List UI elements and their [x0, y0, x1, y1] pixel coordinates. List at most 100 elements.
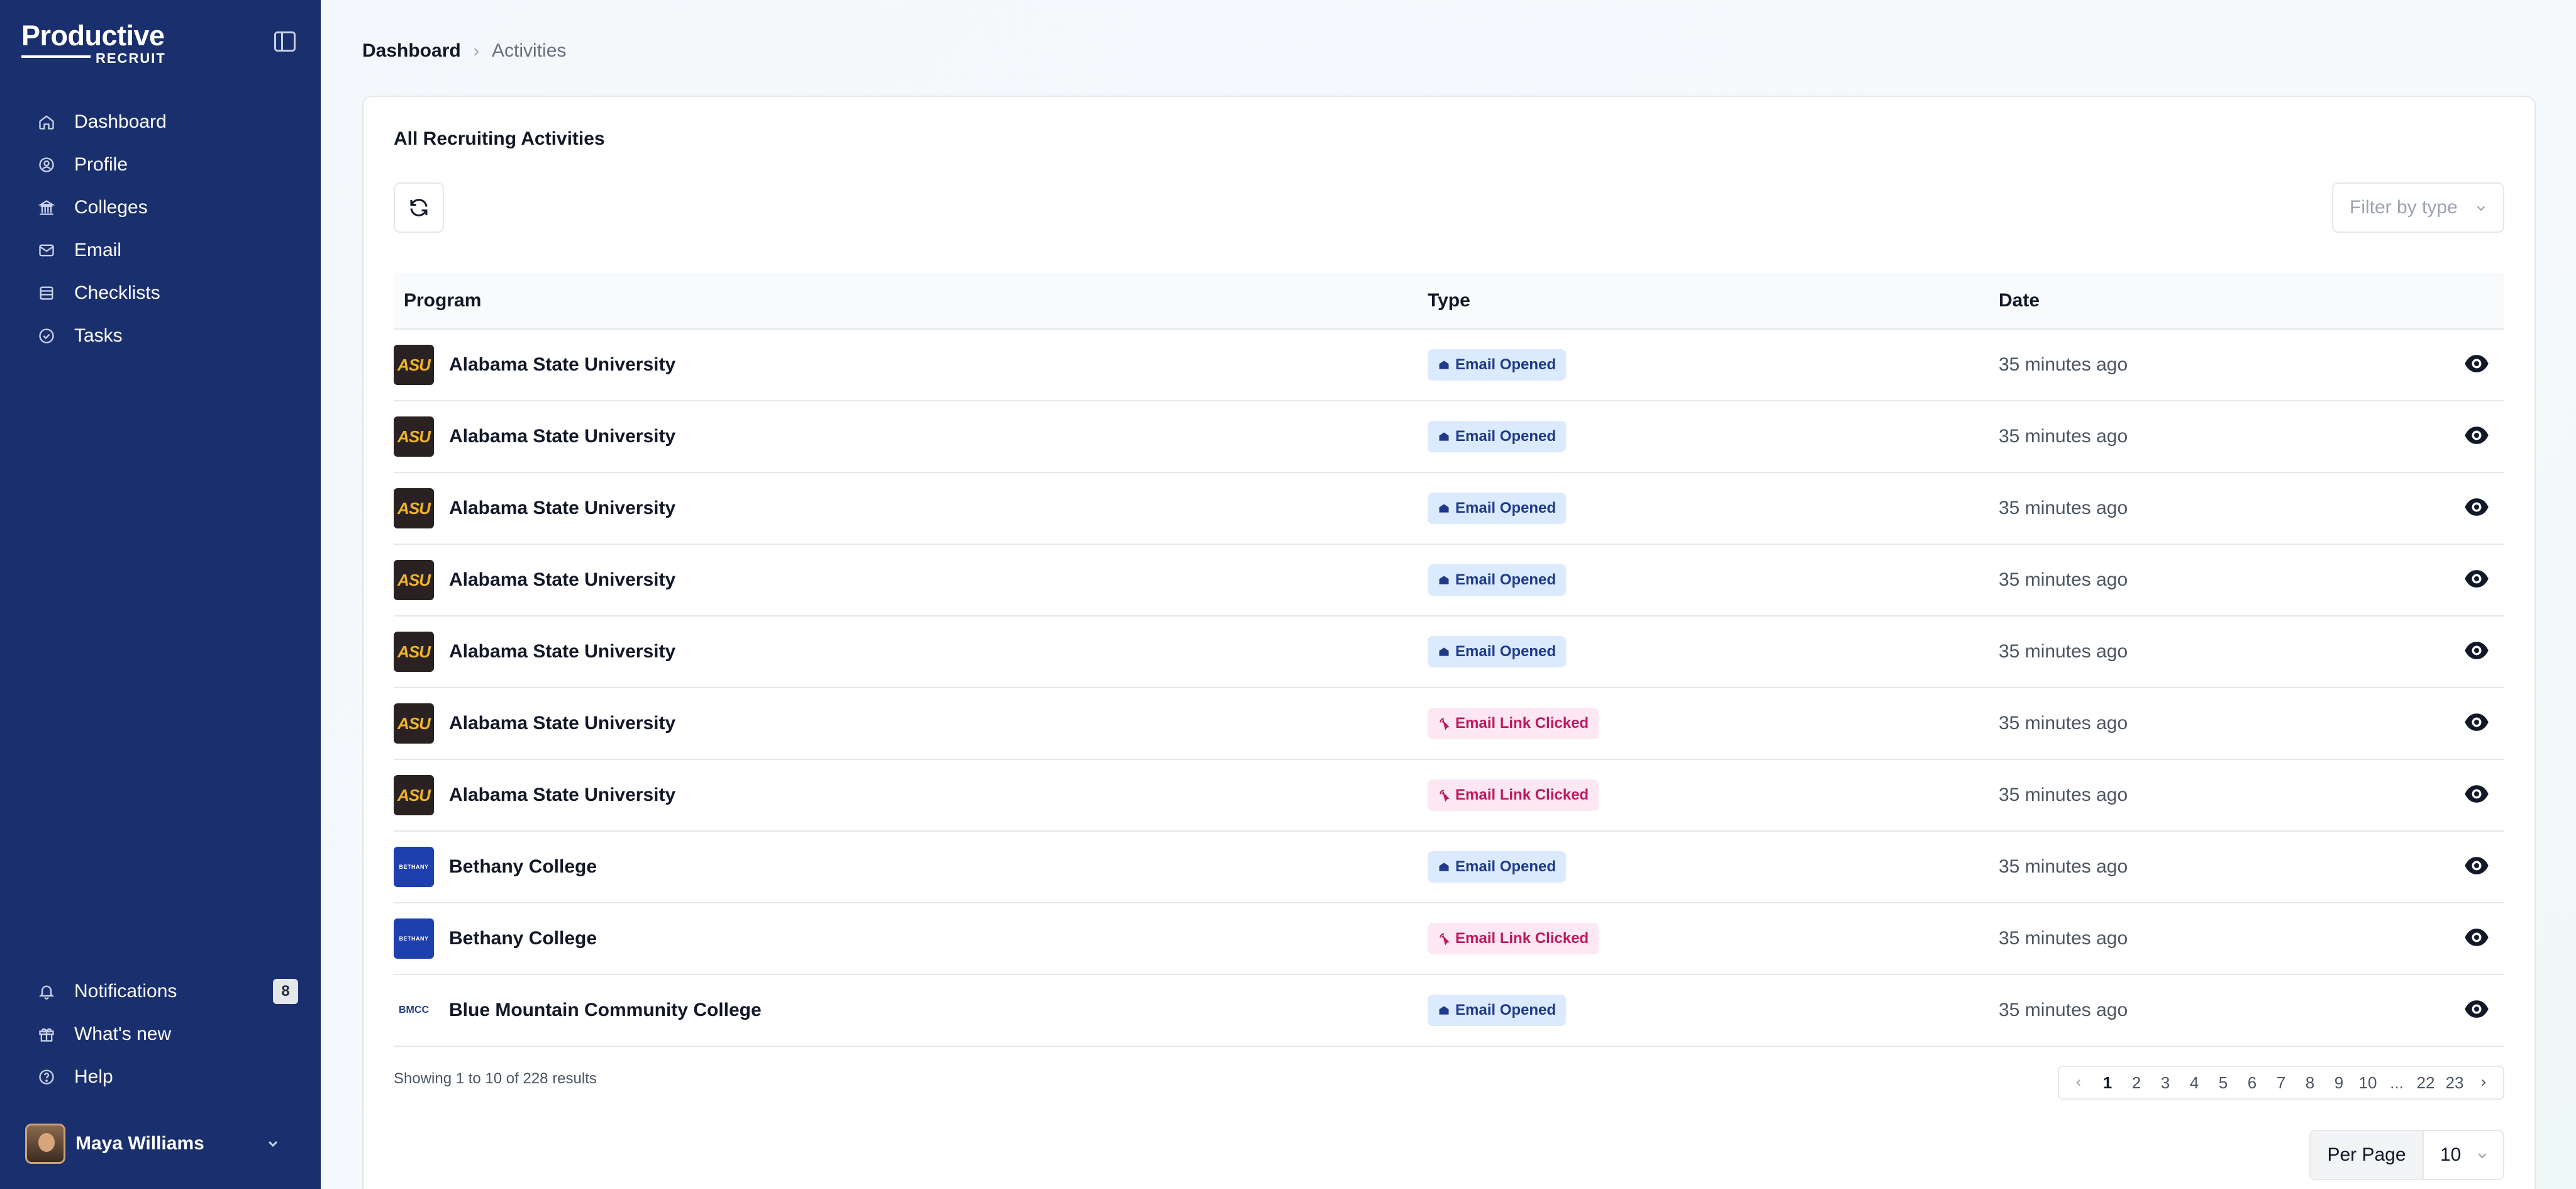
activity-type-badge: Email Link Clicked: [1428, 779, 1599, 811]
page-4-button[interactable]: 4: [2180, 1073, 2209, 1093]
sidebar: Productive RECRUIT Dashboard Profile Col…: [0, 0, 321, 1189]
page-23-button[interactable]: 23: [2440, 1073, 2469, 1093]
sidebar-item-help[interactable]: Help: [21, 1056, 298, 1098]
sidebar-item-dashboard[interactable]: Dashboard: [21, 101, 298, 143]
sidebar-item-email[interactable]: Email: [21, 229, 298, 272]
sidebar-item-notifications[interactable]: Notifications 8: [21, 970, 298, 1013]
table-row: BMCC Blue Mountain Community College Email…: [394, 975, 2504, 1047]
type-cell: Email Link Clicked: [1428, 779, 1999, 811]
table-body: ASU Alabama State University Email Opened 3…: [394, 330, 2504, 1047]
notification-count-badge: 8: [273, 979, 298, 1004]
page-6-button[interactable]: 6: [2238, 1073, 2267, 1093]
sidebar-toggle-icon[interactable]: [274, 31, 296, 52]
type-cell: Email Opened: [1428, 564, 1999, 596]
sidebar-item-label: Colleges: [74, 197, 148, 218]
program-name: Alabama State University: [449, 641, 676, 662]
activity-type-badge: Email Opened: [1428, 851, 1567, 883]
program-name: Blue Mountain Community College: [449, 1000, 762, 1020]
link-click-icon: [1440, 933, 1450, 945]
date-cell: 35 minutes ago: [1999, 928, 2128, 949]
table-row: ASU Alabama State University Email Opened 3…: [394, 545, 2504, 617]
mail-open-icon: [1439, 862, 1449, 871]
type-cell: Email Link Clicked: [1428, 708, 1999, 739]
program-name: Alabama State University: [449, 713, 676, 734]
type-cell: Email Opened: [1428, 636, 1999, 667]
table-row: ASU Alabama State University Email Opened 3…: [394, 473, 2504, 545]
sidebar-item-checklists[interactable]: Checklists: [21, 272, 298, 315]
type-cell: Email Opened: [1428, 995, 1999, 1026]
eye-icon[interactable]: [2464, 354, 2489, 374]
activity-type-label: Email Opened: [1455, 643, 1557, 660]
page-10-button[interactable]: 10: [2353, 1073, 2382, 1093]
college-logo: BETHANY: [394, 918, 434, 959]
sidebar-item-label: Tasks: [74, 325, 123, 346]
activity-type-badge: Email Opened: [1428, 995, 1567, 1026]
type-cell: Email Link Clicked: [1428, 923, 1999, 954]
program-name: Alabama State University: [449, 426, 676, 447]
eye-icon[interactable]: [2464, 497, 2489, 517]
eye-icon[interactable]: [2464, 999, 2489, 1019]
activity-type-badge: Email Opened: [1428, 493, 1567, 524]
sidebar-item-tasks[interactable]: Tasks: [21, 315, 298, 357]
eye-icon[interactable]: [2464, 856, 2489, 876]
breadcrumb-dashboard-link[interactable]: Dashboard: [362, 40, 461, 62]
mail-open-icon: [1439, 1006, 1449, 1015]
page-7-button[interactable]: 7: [2267, 1073, 2296, 1093]
activities-card: All Recruiting Activities Filter by type…: [362, 96, 2536, 1189]
sidebar-item-whats-new[interactable]: What's new: [21, 1013, 298, 1056]
activity-type-label: Email Opened: [1455, 356, 1557, 373]
college-logo: ASU: [394, 488, 434, 528]
building-icon: [38, 199, 55, 216]
page-9-button[interactable]: 9: [2324, 1073, 2353, 1093]
eye-icon[interactable]: [2464, 569, 2489, 589]
bell-icon: [38, 983, 55, 1000]
date-cell: 35 minutes ago: [1999, 784, 2128, 805]
program-cell: ASU Alabama State University: [394, 416, 1428, 457]
eye-icon[interactable]: [2464, 712, 2489, 732]
refresh-button[interactable]: [394, 182, 444, 233]
chevron-right-icon[interactable]: [2469, 1075, 2498, 1090]
table-row: ASU Alabama State University Email Link Cl…: [394, 688, 2504, 760]
sidebar-item-profile[interactable]: Profile: [21, 143, 298, 186]
home-icon: [38, 113, 55, 131]
filter-by-type-select[interactable]: Filter by type: [2332, 182, 2504, 233]
eye-icon[interactable]: [2464, 640, 2489, 661]
results-summary: Showing 1 to 10 of 228 results: [394, 1070, 597, 1087]
page-22-button[interactable]: 22: [2411, 1073, 2440, 1093]
page-2-button[interactable]: 2: [2122, 1073, 2151, 1093]
date-cell: 35 minutes ago: [1999, 426, 2128, 447]
college-logo: ASU: [394, 775, 434, 815]
page-8-button[interactable]: 8: [2296, 1073, 2324, 1093]
chevron-right-icon: ›: [473, 41, 480, 60]
activity-type-badge: Email Link Clicked: [1428, 708, 1599, 739]
mail-open-icon: [1439, 504, 1449, 513]
per-page-value-text: 10: [2440, 1144, 2462, 1165]
mail-open-icon: [1439, 432, 1449, 441]
program-name: Bethany College: [449, 856, 597, 877]
activities-table: Program Type Date ASU Alabama State Unive…: [394, 273, 2504, 1047]
eye-icon[interactable]: [2464, 784, 2489, 804]
program-name: Bethany College: [449, 928, 597, 949]
productive-recruit-logo[interactable]: Productive RECRUIT: [21, 21, 166, 66]
user-circle-icon: [38, 156, 55, 174]
page-1-button[interactable]: 1: [2093, 1073, 2122, 1093]
sidebar-item-colleges[interactable]: Colleges: [21, 186, 298, 229]
program-cell: ASU Alabama State University: [394, 345, 1428, 385]
per-page-value[interactable]: 10: [2424, 1131, 2503, 1179]
logo-underline: [21, 55, 91, 58]
program-cell: BETHANY Bethany College: [394, 847, 1428, 887]
type-cell: Email Opened: [1428, 349, 1999, 381]
table-row: ASU Alabama State University Email Opened 3…: [394, 330, 2504, 401]
gift-icon: [38, 1025, 55, 1043]
college-logo: ASU: [394, 560, 434, 600]
table-row: BETHANY Bethany College Email Link Clicked…: [394, 903, 2504, 975]
eye-icon[interactable]: [2464, 425, 2489, 445]
user-menu[interactable]: Maya Williams: [25, 1124, 289, 1164]
eye-icon[interactable]: [2464, 927, 2489, 947]
chevron-left-icon[interactable]: [2064, 1075, 2093, 1090]
sidebar-item-label: Help: [74, 1066, 113, 1087]
page-3-button[interactable]: 3: [2151, 1073, 2180, 1093]
card-title: All Recruiting Activities: [394, 128, 605, 149]
page-5-button[interactable]: 5: [2209, 1073, 2238, 1093]
per-page-select[interactable]: Per Page 10: [2309, 1130, 2504, 1180]
